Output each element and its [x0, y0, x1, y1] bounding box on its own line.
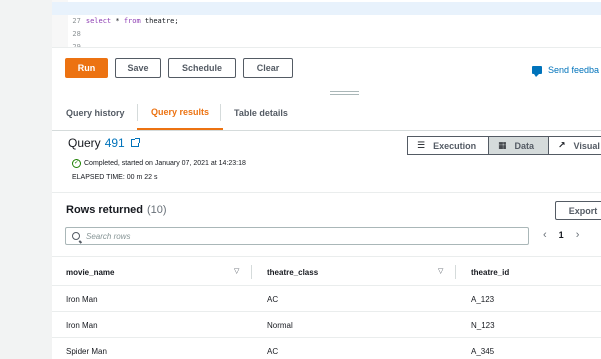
rows-returned-heading: Rows returned (10)	[66, 204, 167, 216]
query-id-link[interactable]: 491	[105, 136, 125, 150]
column-header-movie-name[interactable]: movie_name	[66, 257, 114, 287]
pagination: ‹ 1 ›	[543, 229, 579, 241]
current-page[interactable]: 1	[559, 230, 564, 240]
feedback-icon	[532, 66, 542, 77]
execution-label: Execution	[433, 140, 477, 151]
visual-view-button[interactable]: ↗ Visual	[548, 136, 601, 155]
table-cell: Spider Man	[66, 346, 107, 356]
view-switcher: ☰ Execution ▦ Data ↗ Visual	[407, 136, 601, 155]
query-status: ✓ Completed, started on January 07, 2021…	[72, 159, 246, 168]
table-cell: Iron Man	[66, 320, 98, 330]
sort-icon[interactable]: ▽	[234, 267, 239, 275]
query-title: Query 491	[68, 136, 140, 150]
table-row: Iron Man AC A_123	[52, 286, 601, 312]
left-panel-strip	[0, 0, 52, 359]
sql-editor[interactable]: 27select * from theatre; 28 29 30	[52, 0, 601, 48]
table-icon: ▦	[498, 140, 507, 150]
chevron-left-icon[interactable]: ‹	[543, 229, 547, 241]
run-button[interactable]: Run	[65, 58, 108, 78]
code-line[interactable]: 27 select * from theatre;	[52, 2, 601, 25]
code-line[interactable]: 30	[52, 41, 601, 47]
table-row: Iron Man Normal N_123	[52, 312, 601, 338]
table-header: movie_name ▽ theatre_class ▽ theatre_id	[52, 256, 601, 286]
visual-label: Visual	[573, 140, 600, 151]
execution-view-button[interactable]: ☰ Execution	[407, 136, 489, 155]
table-cell: A_123	[471, 294, 495, 304]
editor-toolbar: Run Save Schedule Clear	[65, 58, 293, 78]
tab-query-history[interactable]: Query history	[52, 96, 139, 130]
rows-count: (10)	[147, 204, 167, 216]
panel-resize-handle[interactable]	[330, 91, 359, 95]
column-separator	[251, 265, 252, 279]
rows-returned-label: Rows returned	[66, 204, 144, 216]
check-circle-icon: ✓	[72, 159, 81, 168]
send-feedback-link[interactable]: Send feedba	[532, 65, 600, 77]
table-cell: N_123	[471, 320, 495, 330]
save-button[interactable]: Save	[115, 58, 161, 78]
table-cell: Normal	[267, 320, 293, 330]
list-icon: ☰	[417, 140, 426, 150]
search-rows-input[interactable]: Search rows	[65, 227, 529, 245]
table-cell: AC	[267, 346, 279, 356]
export-button[interactable]: Export	[555, 201, 601, 220]
tab-query-results[interactable]: Query results	[137, 96, 224, 130]
schedule-button[interactable]: Schedule	[168, 58, 236, 78]
table-row: Spider Man AC A_345	[52, 338, 601, 359]
query-prefix: Query	[68, 136, 101, 150]
external-link-icon[interactable]	[130, 138, 140, 147]
code-line[interactable]: 29	[52, 28, 601, 47]
results-tabs: Query history Query results Table detail…	[52, 96, 601, 131]
table-cell: AC	[267, 294, 279, 304]
code-line[interactable]: 28	[52, 15, 601, 38]
data-view-button[interactable]: ▦ Data	[488, 136, 549, 155]
feedback-label: Send feedba	[548, 65, 600, 75]
data-label: Data	[514, 140, 535, 151]
chevron-right-icon[interactable]: ›	[576, 229, 580, 241]
section-divider	[52, 192, 601, 193]
column-header-theatre-id[interactable]: theatre_id	[471, 257, 509, 287]
table-cell: Iron Man	[66, 294, 98, 304]
clear-button[interactable]: Clear	[243, 58, 293, 78]
table-cell: A_345	[471, 346, 495, 356]
tab-table-details[interactable]: Table details	[220, 96, 302, 130]
status-text: Completed, started on January 07, 2021 a…	[84, 160, 246, 167]
line-chart-icon: ↗	[558, 140, 566, 150]
elapsed-time: ELAPSED TIME: 00 m 22 s	[72, 174, 158, 181]
column-header-theatre-class[interactable]: theatre_class	[267, 257, 318, 287]
search-placeholder: Search rows	[86, 231, 131, 241]
column-separator	[455, 265, 456, 279]
search-icon	[72, 232, 80, 240]
sort-icon[interactable]: ▽	[438, 267, 443, 275]
